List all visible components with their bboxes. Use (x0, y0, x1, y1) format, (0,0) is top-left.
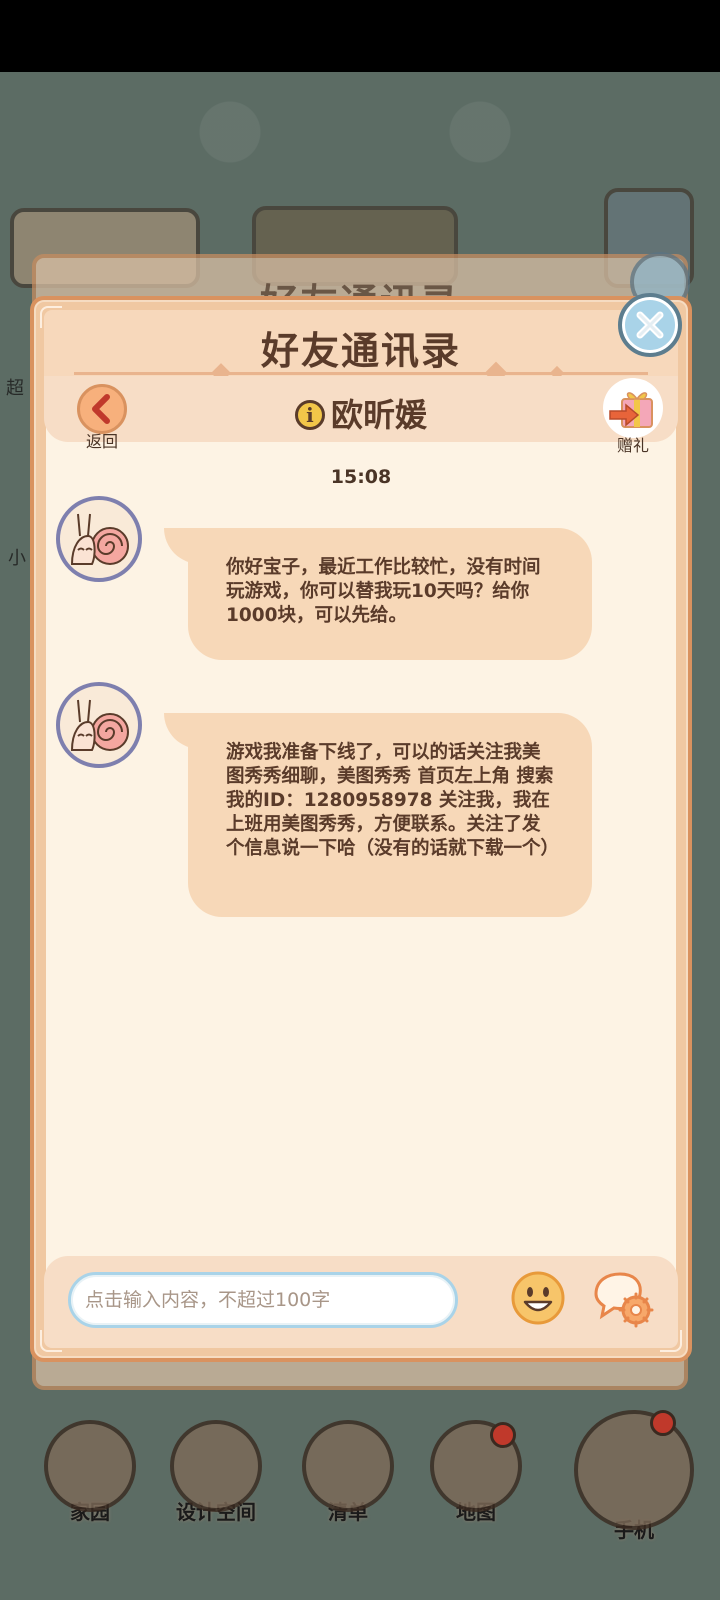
message-timestamp: 15:08 (330, 466, 392, 488)
nav-item-phone[interactable]: 手机 (574, 1410, 694, 1543)
home-icon (44, 1420, 136, 1512)
emoji-button[interactable] (510, 1270, 566, 1326)
nav-item-design-space[interactable]: 设计空间 (156, 1420, 276, 1525)
contact-header: i 欧昕媛 (44, 390, 678, 436)
design-icon (170, 1420, 262, 1512)
contact-avatar[interactable] (56, 682, 142, 768)
phone-icon (574, 1410, 694, 1530)
friends-contacts-dialog: 好友通讯录 返回 i 欧昕媛 赠礼 15:08 你好宝子，最近工作比较忙，没有时… (30, 296, 692, 1362)
status-bar (0, 0, 720, 72)
close-icon (636, 311, 664, 339)
side-fragment-text: 超 (6, 378, 24, 399)
title-divider (74, 361, 648, 385)
message-bubble: 你好宝子，最近工作比较忙，没有时间玩游戏，你可以替我玩10天吗？给你1000块，… (164, 528, 592, 660)
gift-icon (603, 378, 663, 438)
gift-label: 赠礼 (616, 436, 649, 455)
info-icon[interactable]: i (294, 400, 325, 430)
close-button[interactable] (618, 293, 682, 357)
snail-avatar-icon (70, 699, 129, 751)
input-bar (44, 1256, 678, 1348)
nav-item-map[interactable]: 地图 (416, 1420, 536, 1525)
message-bubble: 游戏我准备下线了，可以的话关注我美图秀秀细聊，美图秀秀 首页左上角 搜索 我的I… (164, 713, 592, 917)
nav-item-list[interactable]: 清单 (288, 1420, 408, 1525)
message-input[interactable] (68, 1272, 458, 1328)
bottom-nav: 家园 设计空间 清单 地图 手机 (0, 1410, 720, 1600)
chat-settings-button[interactable] (590, 1268, 656, 1330)
notification-badge (490, 1422, 516, 1448)
notification-badge (650, 1410, 676, 1436)
contact-avatar[interactable] (56, 496, 142, 582)
chat-settings-icon (594, 1272, 654, 1328)
contact-name: 欧昕媛 (330, 396, 427, 434)
title-band: 好友通讯录 (44, 310, 678, 376)
snail-avatar-icon (70, 513, 129, 565)
chat-header: 返回 i 欧昕媛 赠礼 (44, 376, 678, 455)
list-icon (302, 1420, 394, 1512)
side-fragment-text: 小 (8, 548, 26, 569)
gift-button[interactable]: 赠礼 (598, 378, 668, 455)
dialog-title: 好友通讯录 (260, 329, 461, 373)
smiley-icon (511, 1271, 565, 1325)
nav-item-home[interactable]: 家园 (30, 1420, 150, 1525)
